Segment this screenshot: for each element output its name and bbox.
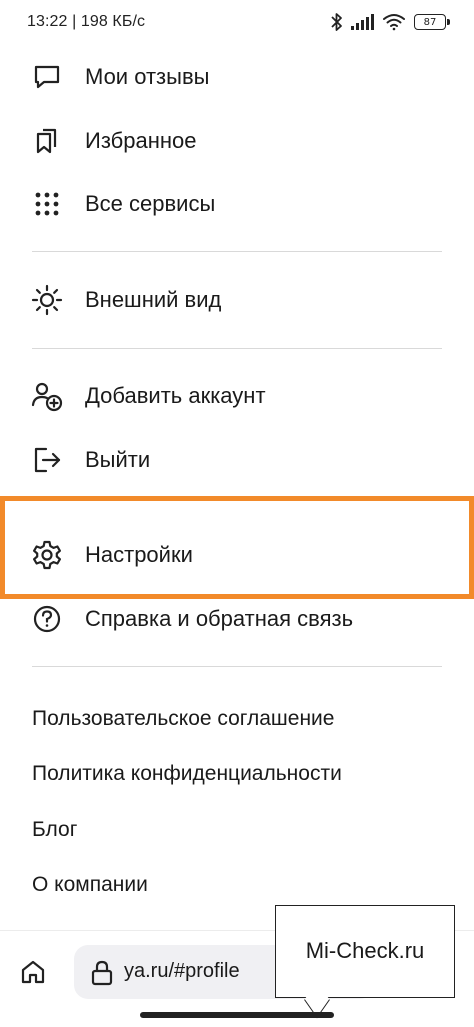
home-button[interactable]: [16, 955, 50, 989]
menu-label-reviews: Мои отзывы: [85, 64, 210, 89]
question-circle-icon: [31, 603, 63, 635]
status-bar: 13:22 | 198 КБ/с 87: [0, 0, 474, 44]
link-user-agreement[interactable]: Пользовательское соглашение: [32, 707, 334, 731]
divider: [32, 348, 442, 349]
menu-label-favorites: Избранное: [85, 128, 197, 153]
menu-item-appearance[interactable]: Внешний вид: [0, 270, 474, 330]
menu-item-favorites[interactable]: Избранное: [0, 111, 474, 171]
grid-dots-icon: [31, 188, 63, 220]
sun-icon: [31, 284, 63, 316]
link-blog[interactable]: Блог: [32, 818, 77, 842]
bluetooth-icon: [331, 13, 342, 31]
menu-item-add-account[interactable]: Добавить аккаунт: [0, 366, 474, 426]
menu-item-all-services[interactable]: Все сервисы: [0, 174, 474, 234]
link-about[interactable]: О компании: [32, 873, 148, 897]
lock-icon: [91, 960, 113, 986]
battery-level: 87: [423, 16, 437, 28]
gesture-navigation-bar[interactable]: [140, 1012, 334, 1018]
menu-item-logout[interactable]: Выйти: [0, 430, 474, 490]
battery-icon: 87: [414, 14, 450, 30]
menu-item-help[interactable]: Справка и обратная связь: [0, 589, 474, 649]
bookmarks-icon: [31, 125, 63, 157]
menu-label-help: Справка и обратная связь: [85, 606, 354, 631]
divider: [32, 251, 442, 252]
home-icon: [21, 960, 45, 984]
watermark-text: Mi-Check.ru: [305, 938, 425, 963]
divider: [32, 666, 442, 667]
watermark-bubble: Mi-Check.ru: [275, 905, 455, 1019]
menu-item-settings[interactable]: Настройки: [0, 525, 474, 585]
logout-icon: [31, 444, 63, 476]
address-bar-url: ya.ru/#profile: [124, 960, 240, 982]
menu-label-settings: Настройки: [85, 542, 193, 567]
menu-label-logout: Выйти: [85, 447, 151, 472]
menu-label-all-services: Все сервисы: [85, 191, 216, 216]
status-time-speed: 13:22 | 198 КБ/с: [27, 13, 146, 30]
wifi-icon: [383, 14, 405, 31]
comment-icon: [31, 61, 63, 93]
menu-label-appearance: Внешний вид: [85, 287, 222, 312]
status-icons: 87: [330, 10, 450, 34]
link-privacy-policy[interactable]: Политика конфиденциальности: [32, 762, 342, 786]
menu-label-add-account: Добавить аккаунт: [85, 383, 266, 408]
signal-icon: [351, 14, 374, 30]
gear-icon: [31, 539, 63, 571]
menu-item-reviews[interactable]: Мои отзывы: [0, 47, 474, 107]
add-user-icon: [31, 380, 63, 412]
